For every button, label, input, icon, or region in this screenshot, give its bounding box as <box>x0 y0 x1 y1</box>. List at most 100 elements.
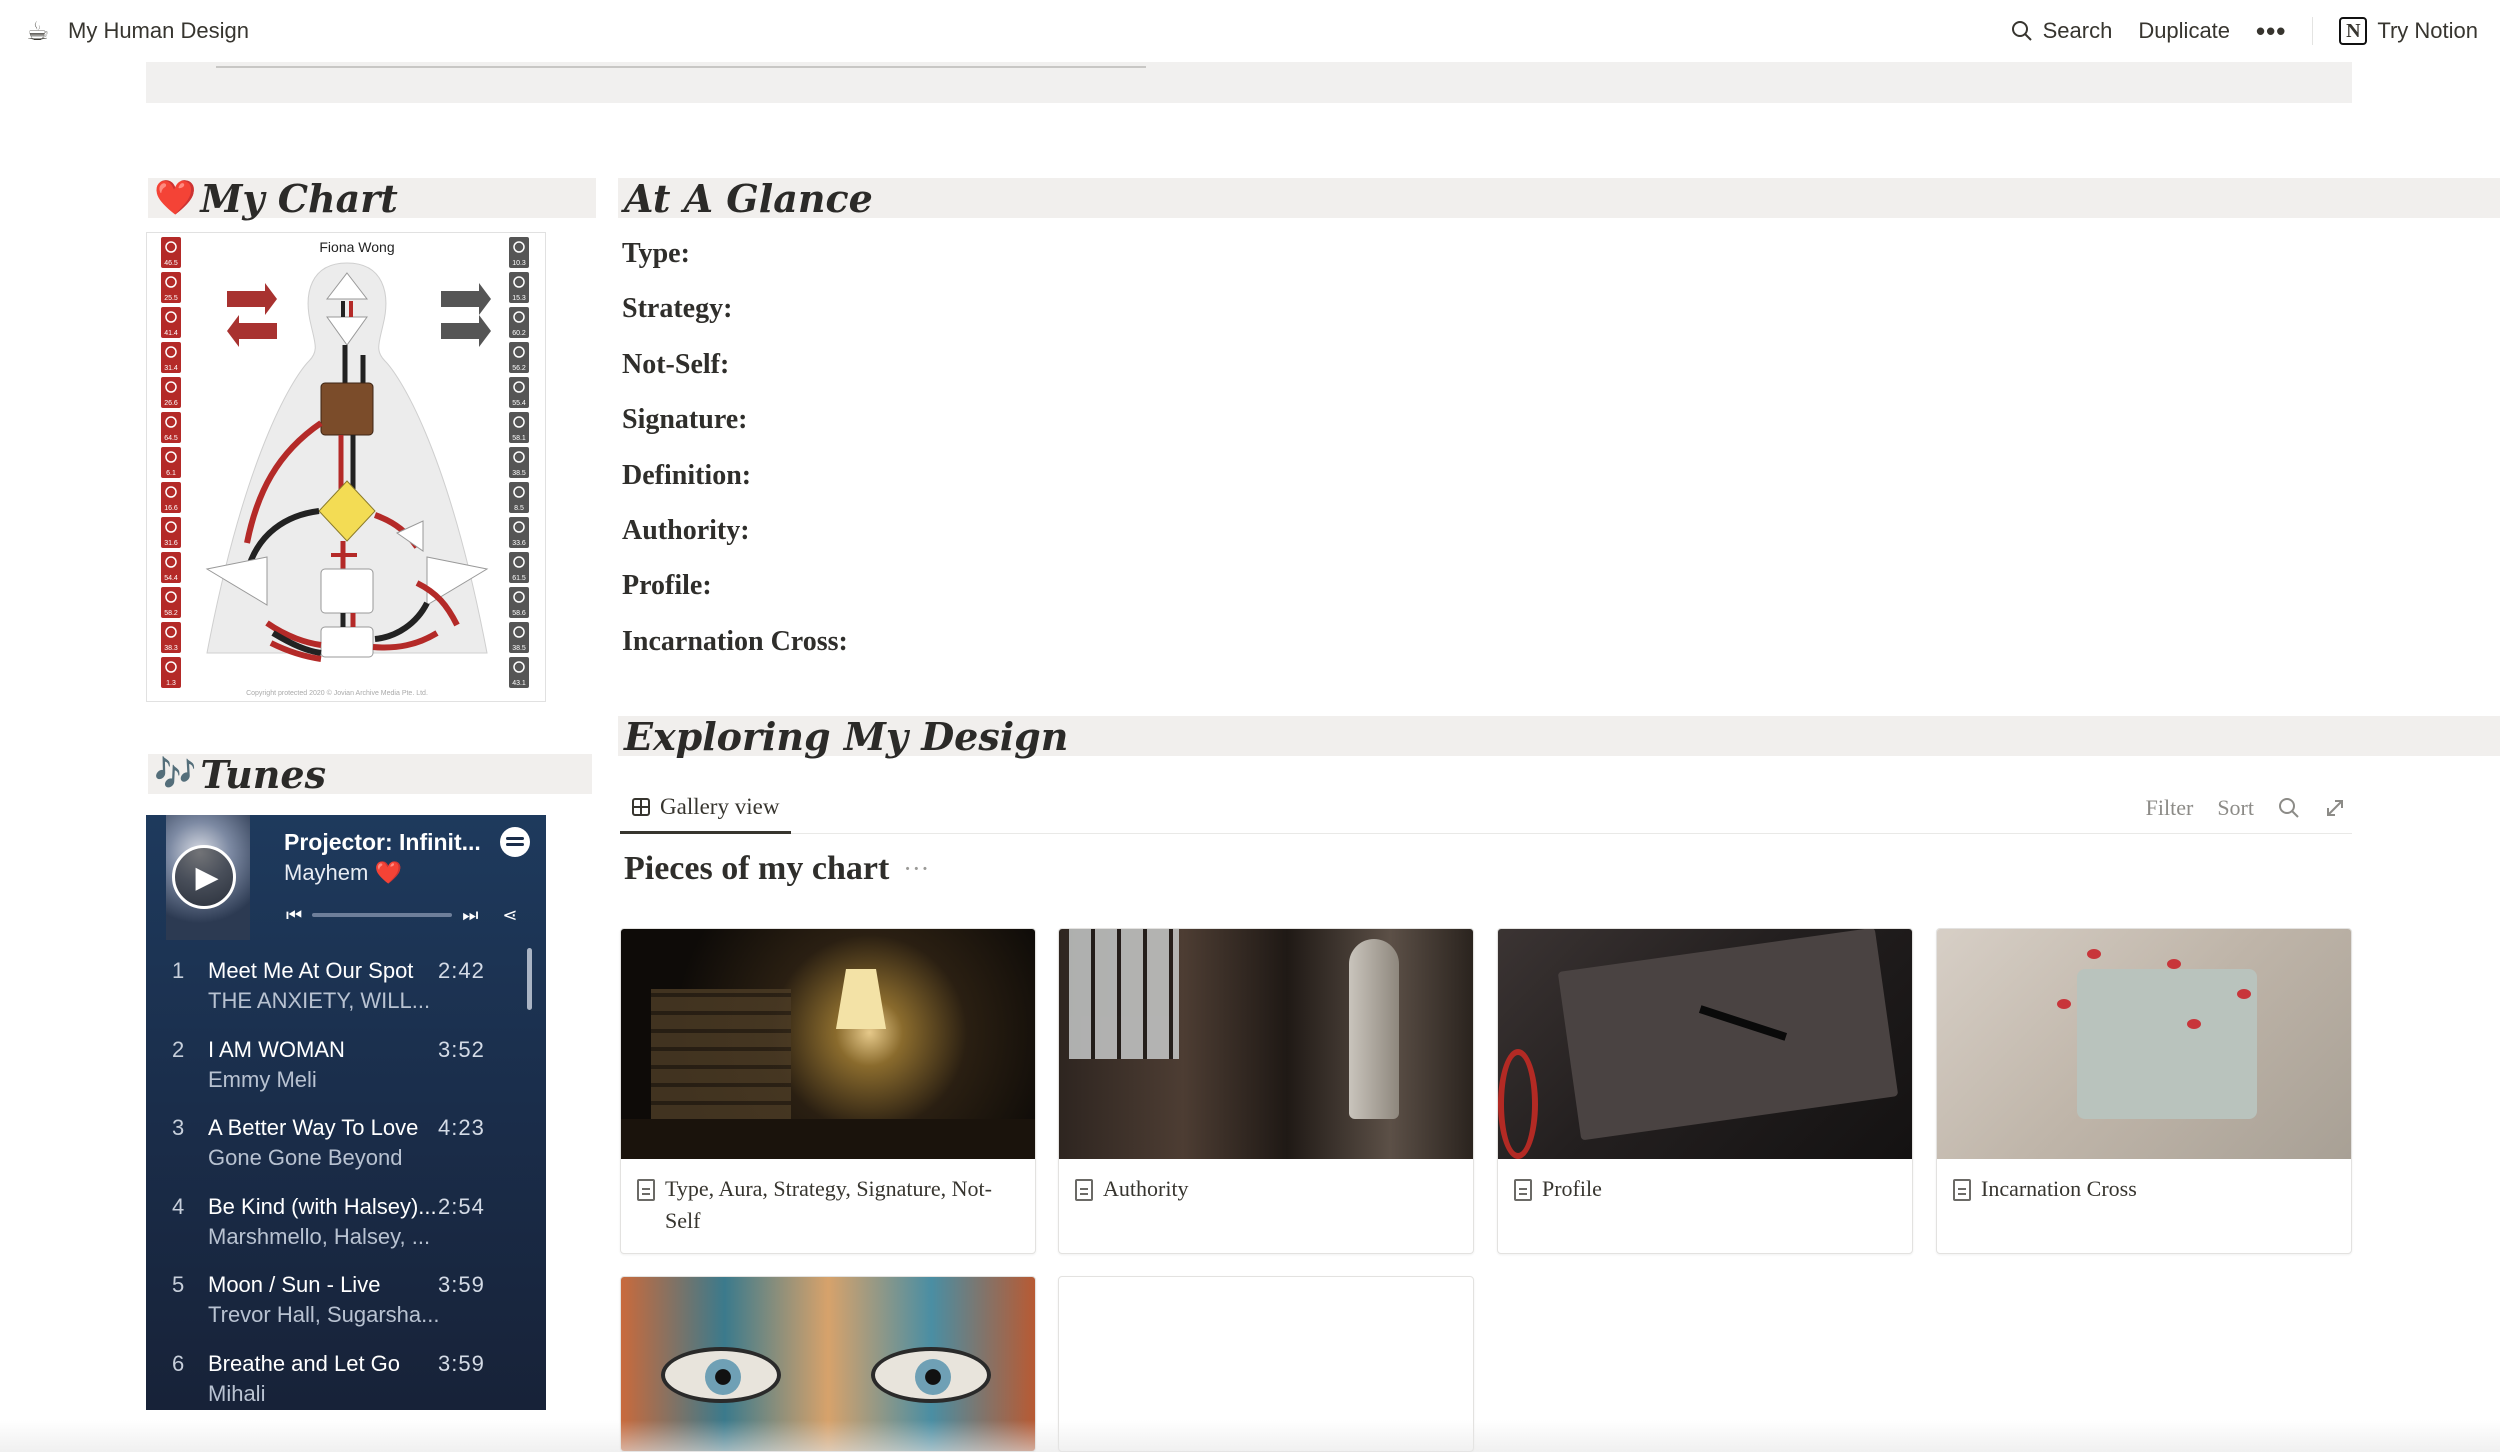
chart-person-name: Fiona Wong <box>319 239 394 255</box>
sort-button[interactable]: Sort <box>2217 795 2254 821</box>
card-caption: Profile <box>1498 1159 1912 1219</box>
personality-gate-value: 38.5 <box>512 645 526 652</box>
filter-button[interactable]: Filter <box>2146 795 2194 821</box>
gallery-grid-icon <box>632 797 650 816</box>
track-number: 2 <box>172 1036 185 1062</box>
try-notion-button[interactable]: N Try Notion <box>2339 17 2478 45</box>
bottom-fade <box>0 1420 2500 1452</box>
breadcrumb-page-title[interactable]: My Human Design <box>68 18 249 44</box>
design-gate-value: 31.6 <box>164 540 178 547</box>
exploring-heading-text: Exploring My Design <box>624 713 1069 759</box>
sacral-center <box>320 568 374 614</box>
spotify-player[interactable]: ▶ Projector: Infinit... Mayhem ❤️ ⏮ ⏭ ⋖ … <box>146 815 546 1410</box>
glance-profile: Profile: <box>622 570 712 602</box>
share-icon[interactable]: ⋖ <box>502 905 517 926</box>
track-artist: THE ANXIETY, WILL... <box>208 988 431 1013</box>
track-row[interactable]: 5 Moon / Sun - Live Trevor Hall, Sugarsh… <box>146 1254 546 1333</box>
design-gate-value: 31.4 <box>164 365 178 372</box>
notion-logo-icon: N <box>2339 17 2368 45</box>
divider <box>2312 17 2314 45</box>
play-icon: ▶ <box>195 860 219 894</box>
skip-previous-icon[interactable]: ⏮ <box>286 905 302 926</box>
track-row[interactable]: 2 I AM WOMAN Emmy Meli 3:52 <box>146 1019 546 1098</box>
glance-definition: Definition: <box>622 459 752 491</box>
track-row[interactable]: 4 Be Kind (with Halsey)... Marshmello, H… <box>146 1176 546 1255</box>
gallery-card[interactable]: Authority <box>1058 928 1474 1254</box>
throat-center <box>320 382 374 436</box>
tunes-heading-text: Tunes <box>200 751 326 797</box>
card-caption: Type, Aura, Strategy, Signature, Not-Sel… <box>621 1159 1035 1251</box>
duplicate-button[interactable]: Duplicate <box>2138 18 2230 44</box>
gallery-view-label: Gallery view <box>660 793 780 819</box>
glance-not-self: Not-Self: <box>622 348 730 380</box>
card-title: Authority <box>1103 1176 1189 1201</box>
personality-gate-value: 56.2 <box>512 365 526 372</box>
personality-gate-value: 33.6 <box>512 540 526 547</box>
gallery-card[interactable]: Incarnation Cross <box>1936 928 2352 1254</box>
track-row[interactable]: 6 Breathe and Let Go Mihali 3:59 <box>146 1333 546 1410</box>
topbar-actions: Search Duplicate ••• N Try Notion <box>2011 16 2478 47</box>
page-icon <box>1075 1179 1093 1201</box>
track-name: Meet Me At Our Spot <box>208 958 414 983</box>
track-name: Breathe and Let Go <box>208 1350 401 1376</box>
search-button[interactable]: Search <box>2011 18 2112 44</box>
search-icon <box>2011 21 2032 41</box>
heart-icon: ❤️ <box>154 178 197 218</box>
spotify-header: ▶ Projector: Infinit... Mayhem ❤️ ⏮ ⏭ ⋖ <box>146 815 546 940</box>
at-a-glance-list: Type: Strategy: Not-Self: Signature: Def… <box>622 232 848 675</box>
collection-title-text[interactable]: Pieces of my chart <box>624 850 889 888</box>
page-icon <box>1514 1179 1532 1201</box>
personality-gate-value: 55.4 <box>512 400 526 407</box>
progress-bar[interactable] <box>312 913 453 917</box>
now-playing-artist[interactable]: Mayhem ❤️ <box>284 860 402 886</box>
gallery-card[interactable]: Type, Aura, Strategy, Signature, Not-Sel… <box>620 928 1036 1254</box>
glance-signature: Signature: <box>622 404 748 436</box>
human-design-chart-image[interactable]: 46.5 25.5 41.4 31.4 26.6 64.5 6.1 16.6 31.6 54.4 5… <box>146 232 546 702</box>
track-list: 1 Meet Me At Our Spot THE ANXIETY, WILL.… <box>146 940 546 1410</box>
track-row[interactable]: 3 A Better Way To Love Gone Gone Beyond … <box>146 1097 546 1176</box>
track-number: 4 <box>172 1193 185 1219</box>
personality-gate-value: 60.2 <box>512 330 526 337</box>
database-toolbar: Filter Sort <box>2146 782 2352 834</box>
track-duration: 3:52 <box>438 1036 485 1062</box>
now-playing-title[interactable]: Projector: Infinit... <box>284 829 481 856</box>
page-icon <box>1953 1179 1971 1201</box>
design-gate-value: 58.2 <box>164 610 178 617</box>
expand-icon[interactable] <box>2324 797 2346 819</box>
more-options-icon[interactable]: ••• <box>2256 16 2286 47</box>
left-planet-column: 46.5 25.5 41.4 31.4 26.6 64.5 6.1 16.6 31.6 54.4 5… <box>161 237 181 688</box>
spotify-logo-icon[interactable] <box>500 827 530 857</box>
track-duration: 3:59 <box>438 1350 485 1376</box>
track-artist: Emmy Meli <box>208 1066 317 1092</box>
exploring-heading: Exploring My Design <box>618 713 2500 759</box>
glance-strategy: Strategy: <box>622 293 733 325</box>
personality-gate-value: 58.1 <box>512 435 526 442</box>
arrow-icon <box>227 315 277 347</box>
tracklist-scrollbar[interactable] <box>527 948 532 1010</box>
card-caption: Incarnation Cross <box>1937 1159 2351 1219</box>
skip-next-icon[interactable]: ⏭ <box>462 905 478 926</box>
track-row[interactable]: 1 Meet Me At Our Spot THE ANXIETY, WILL.… <box>146 940 546 1019</box>
gallery-card[interactable]: Profile <box>1497 928 1913 1254</box>
design-gate-value: 46.5 <box>164 260 178 267</box>
personality-gate-value: 8.5 <box>514 505 524 512</box>
track-duration: 4:23 <box>438 1115 485 1141</box>
tab-gallery-view[interactable]: Gallery view <box>620 782 792 834</box>
search-icon[interactable] <box>2278 797 2300 819</box>
design-gate-value: 26.6 <box>164 400 178 407</box>
track-number: 5 <box>172 1272 185 1298</box>
collection-more-icon[interactable]: ··· <box>903 854 929 884</box>
right-planet-column: 10.3 15.3 60.2 56.2 55.4 58.1 38.5 8.5 33.6 61.5 5… <box>509 237 529 688</box>
glance-authority: Authority: <box>622 514 750 546</box>
track-duration: 3:59 <box>438 1272 485 1298</box>
chart-copyright: Copyright protected 2020 © Jovian Archiv… <box>246 689 428 697</box>
card-cover-image <box>1059 929 1473 1159</box>
at-a-glance-heading-text: At A Glance <box>624 175 873 221</box>
track-name: Moon / Sun - Live <box>208 1272 381 1298</box>
design-gate-value: 54.4 <box>164 575 178 582</box>
track-artist: Mihali <box>208 1380 266 1406</box>
track-name: I AM WOMAN <box>208 1036 345 1062</box>
play-button[interactable]: ▶ <box>172 845 236 909</box>
track-name: A Better Way To Love <box>208 1115 419 1141</box>
music-notes-icon: 🎶 <box>154 754 197 794</box>
